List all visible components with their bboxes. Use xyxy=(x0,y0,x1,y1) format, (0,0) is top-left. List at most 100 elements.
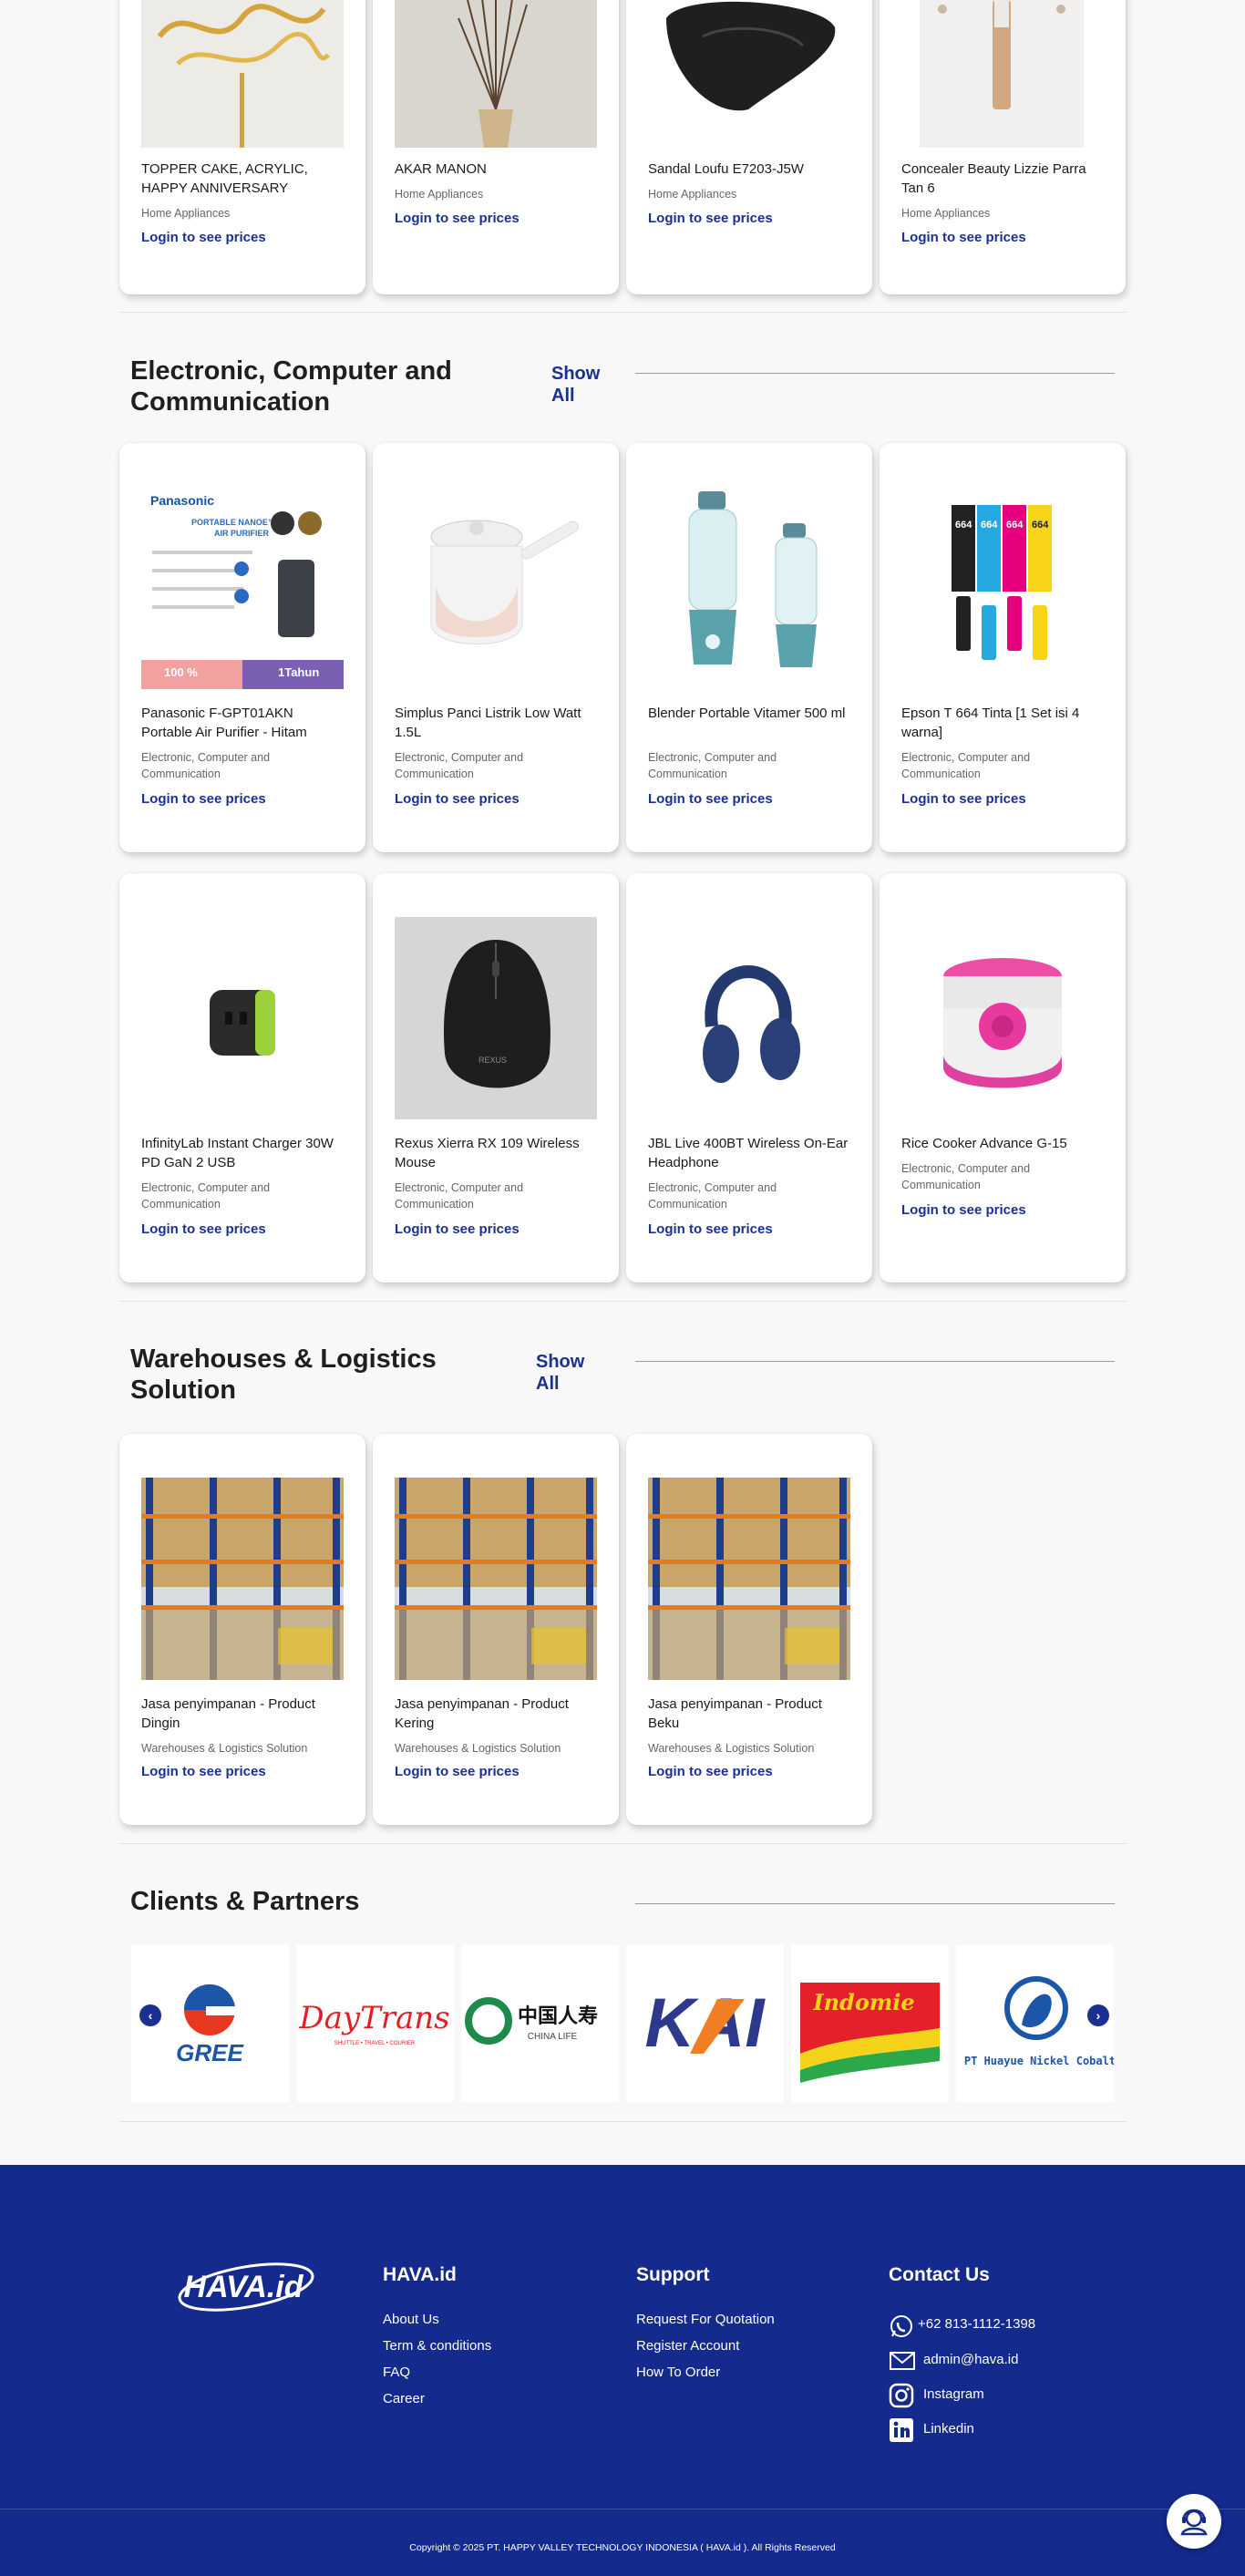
section-divider xyxy=(119,2121,1127,2122)
product-category: Warehouses & Logistics Solution xyxy=(648,1742,815,1755)
section-divider xyxy=(119,1843,1127,1844)
email-icon xyxy=(889,2348,916,2375)
instagram-icon xyxy=(889,2383,916,2410)
login-to-see-prices-link[interactable]: Login to see prices xyxy=(141,1764,266,1779)
login-to-see-prices-link[interactable]: Login to see prices xyxy=(901,791,1026,807)
request-quotation-link[interactable]: Request For Quotation xyxy=(636,2312,775,2327)
product-category: Electronic, Computer and Communication xyxy=(901,751,1031,780)
register-account-link[interactable]: Register Account xyxy=(636,2338,739,2354)
product-image xyxy=(395,1478,597,1680)
login-to-see-prices-link[interactable]: Login to see prices xyxy=(901,230,1026,245)
product-card[interactable]: Panasonic PORTABLE NANOE™X AIR PURIFIER … xyxy=(119,443,365,852)
client-logo-kai: KAI xyxy=(626,1944,784,2102)
product-card[interactable]: Blender Portable Vitamer 500 ml Electron… xyxy=(626,443,872,852)
product-card[interactable]: JBL Live 400BT Wireless On-Ear Headphone… xyxy=(626,873,872,1283)
svg-text:100 %: 100 % xyxy=(164,665,198,679)
login-to-see-prices-link[interactable]: Login to see prices xyxy=(648,1764,773,1779)
svg-text:664: 664 xyxy=(955,520,972,531)
login-to-see-prices-link[interactable]: Login to see prices xyxy=(141,230,266,245)
chevron-right-icon[interactable]: › xyxy=(1087,2004,1109,2026)
product-card[interactable]: Jasa penyimpanan - Product Kering Wareho… xyxy=(373,1434,619,1825)
login-to-see-prices-link[interactable]: Login to see prices xyxy=(395,211,520,226)
linkedin-icon xyxy=(889,2417,916,2445)
svg-text:中国人寿: 中国人寿 xyxy=(518,2004,598,2028)
product-name: InfinityLab Instant Charger 30W PD GaN 2… xyxy=(141,1136,334,1170)
product-category: Electronic, Computer and Communication xyxy=(648,751,777,780)
product-name: Rice Cooker Advance G-15 xyxy=(901,1136,1067,1151)
footer: HAVA.id HAVA.id About Us Term & conditio… xyxy=(0,2165,1245,2576)
login-to-see-prices-link[interactable]: Login to see prices xyxy=(141,791,266,807)
product-name: JBL Live 400BT Wireless On-Ear Headphone xyxy=(648,1136,849,1170)
login-to-see-prices-link[interactable]: Login to see prices xyxy=(901,1202,1026,1218)
show-all-link[interactable]: Show All xyxy=(536,1351,591,1395)
instagram-link[interactable]: Instagram xyxy=(923,2386,984,2402)
chevron-left-icon[interactable]: ‹ xyxy=(139,2004,161,2026)
product-card[interactable]: TOPPER CAKE, ACRYLIC, HAPPY ANNIVERSARY … xyxy=(119,0,365,294)
support-agent-icon xyxy=(1180,2509,1208,2536)
product-category: Electronic, Computer and Communication xyxy=(141,1181,271,1211)
product-category: Warehouses & Logistics Solution xyxy=(395,1742,561,1755)
svg-text:Panasonic: Panasonic xyxy=(150,493,214,508)
chat-support-button[interactable] xyxy=(1167,2494,1221,2549)
how-to-order-link[interactable]: How To Order xyxy=(636,2365,720,2380)
svg-text:1Tahun: 1Tahun xyxy=(278,665,319,679)
svg-text:CHINA LIFE: CHINA LIFE xyxy=(528,2032,578,2042)
product-name: Epson T 664 Tinta [1 Set isi 4 warna] xyxy=(901,706,1080,740)
client-logo-china-life: 中国人寿 CHINA LIFE xyxy=(461,1944,619,2102)
footer-heading-support: Support xyxy=(636,2264,710,2285)
product-card[interactable]: REXUS Rexus Xierra RX 109 Wireless Mouse… xyxy=(373,873,619,1283)
product-card[interactable]: Sandal Loufu E7203-J5W Home Appliances L… xyxy=(626,0,872,294)
svg-text:PORTABLE NANOE™X: PORTABLE NANOE™X xyxy=(191,518,282,527)
login-to-see-prices-link[interactable]: Login to see prices xyxy=(648,211,773,226)
product-image xyxy=(648,487,850,689)
footer-heading-hava: HAVA.id xyxy=(383,2264,457,2285)
product-name: AKAR MANON xyxy=(395,161,487,177)
svg-text:664: 664 xyxy=(1032,520,1049,531)
product-card[interactable]: Jasa penyimpanan - Product Dingin Wareho… xyxy=(119,1434,365,1825)
product-card[interactable]: Rice Cooker Advance G-15 Electronic, Com… xyxy=(880,873,1126,1283)
product-name: TOPPER CAKE, ACRYLIC, HAPPY ANNIVERSARY xyxy=(141,161,308,196)
product-category: Home Appliances xyxy=(901,207,991,220)
show-all-link[interactable]: Show All xyxy=(551,363,606,407)
product-name: Simplus Panci Listrik Low Watt 1.5L xyxy=(395,706,581,740)
product-category: Electronic, Computer and Communication xyxy=(648,1181,777,1211)
product-image xyxy=(141,1478,344,1680)
login-to-see-prices-link[interactable]: Login to see prices xyxy=(395,791,520,807)
svg-text:GREE: GREE xyxy=(176,2039,243,2066)
product-image xyxy=(395,487,597,689)
product-category: Warehouses & Logistics Solution xyxy=(141,1742,308,1755)
login-to-see-prices-link[interactable]: Login to see prices xyxy=(648,1221,773,1237)
login-to-see-prices-link[interactable]: Login to see prices xyxy=(141,1221,266,1237)
product-name: Concealer Beauty Lizzie Parra Tan 6 xyxy=(901,161,1086,196)
email-link[interactable]: admin@hava.id xyxy=(923,2352,1018,2367)
product-card[interactable]: AKAR MANON Home Appliances Login to see … xyxy=(373,0,619,294)
svg-text:REXUS: REXUS xyxy=(478,1056,507,1065)
product-category: Home Appliances xyxy=(648,188,737,201)
svg-text:AIR PURIFIER: AIR PURIFIER xyxy=(214,529,270,538)
svg-text:664: 664 xyxy=(981,520,998,531)
login-to-see-prices-link[interactable]: Login to see prices xyxy=(395,1221,520,1237)
whatsapp-icon xyxy=(889,2313,916,2341)
linkedin-link[interactable]: Linkedin xyxy=(923,2421,974,2437)
product-image: 664 664 664 664 xyxy=(901,487,1104,689)
product-card[interactable]: Simplus Panci Listrik Low Watt 1.5L Elec… xyxy=(373,443,619,852)
career-link[interactable]: Career xyxy=(383,2391,425,2406)
product-card[interactable]: 664 664 664 664 Epson T 664 Tinta [1 Set… xyxy=(880,443,1126,852)
login-to-see-prices-link[interactable]: Login to see prices xyxy=(648,791,773,807)
hava-logo[interactable]: HAVA.id xyxy=(168,2254,319,2320)
product-card[interactable]: Jasa penyimpanan - Product Beku Warehous… xyxy=(626,1434,872,1825)
faq-link[interactable]: FAQ xyxy=(383,2365,410,2380)
svg-text:SHUTTLE • TRAVEL • COURIER: SHUTTLE • TRAVEL • COURIER xyxy=(334,2041,416,2046)
footer-heading-contact: Contact Us xyxy=(889,2264,990,2285)
product-image xyxy=(648,1478,850,1680)
phone-link[interactable]: +62 813-1112-1398 xyxy=(918,2316,1035,2332)
about-us-link[interactable]: About Us xyxy=(383,2312,439,2327)
product-card[interactable]: InfinityLab Instant Charger 30W PD GaN 2… xyxy=(119,873,365,1283)
product-name: Sandal Loufu E7203-J5W xyxy=(648,161,804,177)
product-card[interactable]: Concealer Beauty Lizzie Parra Tan 6 Home… xyxy=(880,0,1126,294)
title-rule xyxy=(635,1903,1115,1904)
page: TOPPER CAKE, ACRYLIC, HAPPY ANNIVERSARY … xyxy=(0,0,1245,2576)
login-to-see-prices-link[interactable]: Login to see prices xyxy=(395,1764,520,1779)
terms-link[interactable]: Term & conditions xyxy=(383,2338,491,2354)
svg-text:PT Huayue Nickel Cobalt: PT Huayue Nickel Cobalt xyxy=(964,2055,1114,2067)
